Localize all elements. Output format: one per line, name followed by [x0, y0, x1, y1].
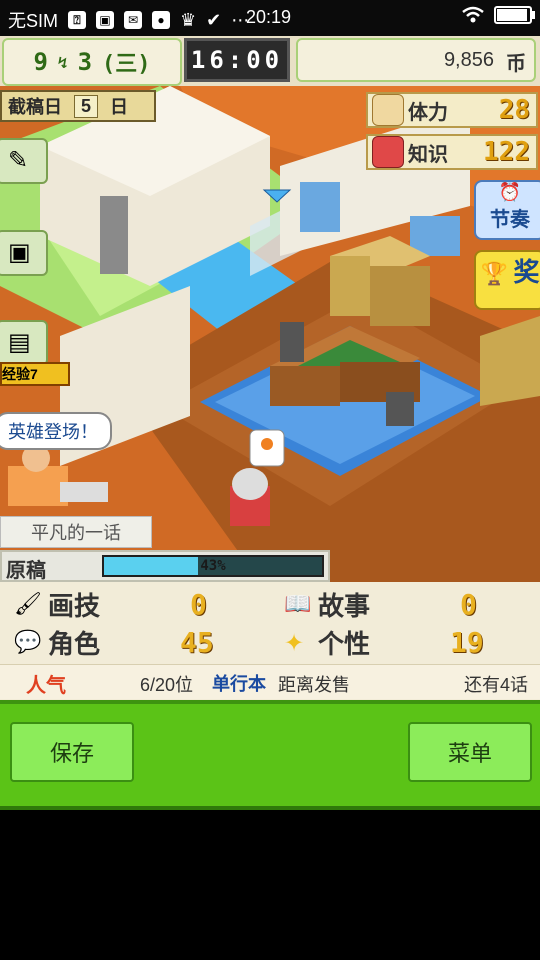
character-value: 45 — [180, 626, 214, 659]
battery-icon — [494, 6, 535, 24]
story-value: 0 — [460, 588, 477, 621]
briefcase-icon: ▤ — [8, 329, 31, 356]
alarm-clock-icon: ⏰ — [498, 182, 522, 202]
character-label: 角色 — [48, 629, 101, 659]
manuscript-panel: 原稿 43% — [0, 550, 330, 582]
menu-button[interactable]: 菜单 — [408, 722, 532, 782]
pencil-icon: ✎ — [8, 147, 29, 174]
ranking-row: 人气 6/20位 单行本 距离发售 还有4话 — [0, 664, 540, 699]
episode-title: 平凡的一话 — [0, 516, 152, 548]
game-clock: 16:00 — [184, 38, 290, 82]
speech-bubble[interactable]: 英雄登场！ — [0, 412, 112, 450]
bottom-action-bar: 保存 菜单 — [0, 700, 540, 810]
money-unit: 币 — [506, 53, 526, 75]
deadline-display: 截稿日 5 日 — [0, 90, 156, 122]
stats-row-2: 💬 角色 45 ✦ 个性 19 — [0, 624, 540, 662]
carrier-text: 无SIM — [8, 11, 59, 31]
stats-row-1: 🖌 画技 0 📖 故事 0 — [0, 586, 540, 624]
volume-label: 单行本 — [212, 674, 266, 694]
deadline-unit: 日 — [110, 97, 129, 117]
separator-icon: ↯ — [57, 52, 68, 72]
drawing-stat: 🖌 画技 — [14, 586, 100, 623]
crown-icon: ♛ — [180, 9, 197, 30]
money-display: 9,856 币 — [296, 38, 536, 82]
manga-stats-panel: 🖌 画技 0 📖 故事 0 💬 角色 45 ✦ 个性 19 人气 6/20位 单… — [0, 582, 540, 700]
mail-icon: ✉ — [124, 11, 143, 29]
award-label: 奖 — [513, 257, 540, 287]
date-display: 9 ↯ 3 (三) — [2, 38, 182, 86]
experience-tag: 经验7 — [0, 362, 70, 386]
brush-icon: 🖌 — [14, 590, 42, 616]
book-icon — [372, 136, 404, 168]
manuscript-progress-bar: 43% — [102, 555, 324, 577]
speech-face-icon: 💬 — [14, 628, 42, 654]
story-stat: 📖 故事 — [284, 586, 370, 623]
knowledge-value: 122 — [483, 137, 530, 167]
drawing-value: 0 — [190, 588, 207, 621]
manuscript-progress-text: 43% — [200, 558, 226, 574]
deadline-label: 截稿日 — [8, 97, 62, 117]
character-stat: 💬 角色 — [14, 624, 100, 661]
wifi-icon — [462, 6, 484, 23]
rhythm-label: 节奏 — [490, 209, 530, 231]
personality-value: 19 — [450, 626, 484, 659]
story-label: 故事 — [318, 591, 371, 621]
sparkle-icon: ✦ — [284, 629, 305, 657]
remaining-episodes: 还有4话 — [463, 675, 528, 695]
rhythm-button[interactable]: ⏰ 节奏 — [474, 180, 540, 240]
stamina-value: 28 — [498, 95, 530, 125]
stamina-label: 体力 — [408, 101, 448, 124]
sim-status-icon: ⍰ — [68, 11, 87, 29]
knowledge-panel: 知识 122 — [366, 134, 538, 170]
money-value: 9,856 — [443, 49, 494, 71]
save-button[interactable]: 保存 — [10, 722, 134, 782]
trophy-icon: 🏆 — [480, 261, 508, 286]
camera-button[interactable]: ▣ — [0, 230, 48, 276]
empty-black-area — [0, 810, 540, 960]
award-button[interactable]: 🏆 奖 — [474, 250, 540, 310]
day-value: 3 — [77, 48, 93, 76]
knowledge-label: 知识 — [408, 143, 448, 166]
game-top-bar: 9 ↯ 3 (三) 16:00 9,856 币 — [0, 36, 540, 86]
open-book-icon: 📖 — [284, 590, 312, 616]
personality-label: 个性 — [318, 629, 371, 659]
personality-stat: ✦ 个性 — [284, 624, 370, 661]
app-icon: ● — [152, 11, 171, 29]
image-notification-icon: ▣ — [96, 11, 115, 29]
status-bar: 无SIM ⍰ ▣ ✉ ● ♛ ✔ ⋯ 20:19 — [0, 0, 540, 36]
stamina-panel: 体力 28 — [366, 92, 538, 128]
clock-time: 20:19 — [246, 7, 292, 27]
rank-value: 6/20位 — [140, 675, 194, 695]
month-value: 9 — [33, 48, 48, 76]
camera-icon: ▣ — [8, 239, 31, 266]
game-scene[interactable]: 截稿日 5 日 体力 28 知识 122 ✎ ▣ ▤ 经验7 英雄登场！ ⏰ 节… — [0, 86, 540, 582]
deadline-days: 5 — [74, 94, 99, 118]
edit-button[interactable]: ✎ — [0, 138, 48, 184]
stamina-icon — [372, 94, 404, 126]
check-icon: ✔ — [206, 9, 222, 30]
popularity-label: 人气 — [26, 675, 66, 697]
manuscript-label: 原稿 — [6, 560, 46, 582]
drawing-label: 画技 — [48, 591, 101, 621]
release-label: 距离发售 — [278, 675, 350, 695]
briefcase-button[interactable]: ▤ — [0, 320, 48, 366]
weekday-value: (三) — [102, 52, 151, 77]
